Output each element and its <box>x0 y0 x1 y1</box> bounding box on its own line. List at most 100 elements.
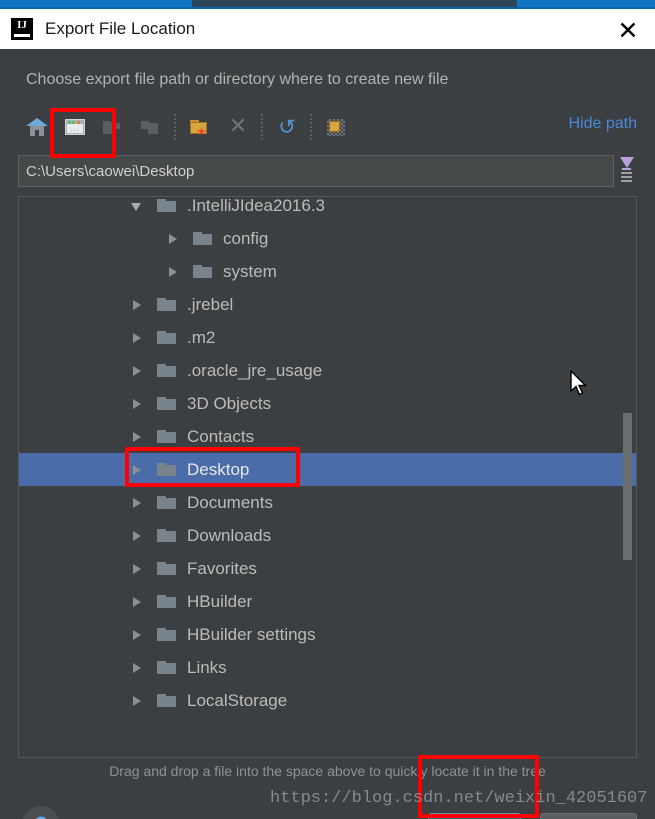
show-hidden-button[interactable] <box>317 109 355 145</box>
chevron-right-icon[interactable] <box>129 693 145 709</box>
chevron-right-icon[interactable] <box>129 561 145 577</box>
folder-icon <box>157 462 177 478</box>
directory-tree-rows: .IntelliJIdea2016.3 config system .jrebel .m… <box>19 196 636 717</box>
desktop-button[interactable]: ··· <box>56 109 94 145</box>
tree-item-label: .m2 <box>187 327 216 347</box>
chevron-right-icon[interactable] <box>165 264 181 280</box>
toolbar-separator-1 <box>174 114 177 140</box>
refresh-icon: ↺ <box>278 115 296 139</box>
dialog-subtitle: Choose export file path or directory whe… <box>26 71 449 88</box>
folder-icon <box>157 627 177 643</box>
folder-icon <box>193 231 213 247</box>
tree-item-label: Links <box>187 657 227 677</box>
chevron-right-icon[interactable] <box>129 462 145 478</box>
tree-item[interactable]: .oracle_jre_usage <box>19 354 636 387</box>
file-chooser-toolbar: ··· ✕ ↺ Hide path <box>18 107 637 147</box>
intellij-idea-logo-icon: IJ <box>11 18 33 40</box>
desktop-icon: ··· <box>64 116 86 138</box>
folder-icon <box>157 495 177 511</box>
tree-item-label: Contacts <box>187 426 255 446</box>
module-folder-button[interactable] <box>132 109 170 145</box>
chevron-right-icon[interactable] <box>129 528 145 544</box>
folder-icon <box>157 297 177 313</box>
tree-item-label: .IntelliJIdea2016.3 <box>187 196 325 215</box>
intellij-idea-logo-text: IJ <box>17 19 27 31</box>
tree-item[interactable]: .m2 <box>19 321 636 354</box>
tree-item[interactable]: Documents <box>19 486 636 519</box>
chevron-right-icon[interactable] <box>129 396 145 412</box>
chevron-right-icon[interactable] <box>129 627 145 643</box>
chevron-right-icon[interactable] <box>129 660 145 676</box>
tree-item-label: LocalStorage <box>187 690 288 710</box>
dialog-body: Choose export file path or directory whe… <box>0 49 655 819</box>
new-folder-button[interactable] <box>181 109 219 145</box>
module-folder-icon <box>140 116 162 138</box>
export-file-location-dialog: IJ Export File Location ✕ Choose export … <box>0 0 655 819</box>
chevron-right-icon[interactable] <box>129 495 145 511</box>
chevron-right-icon[interactable] <box>165 231 181 247</box>
folder-icon <box>157 660 177 676</box>
cancel-button[interactable]: Cancel <box>540 813 637 819</box>
folder-icon <box>157 429 177 445</box>
tree-item-label: system <box>223 261 277 281</box>
tree-item-label: config <box>223 228 269 248</box>
chevron-right-icon[interactable] <box>129 297 145 313</box>
path-row <box>18 155 637 187</box>
tree-item[interactable]: Contacts <box>19 420 636 453</box>
tree-item-label: Documents <box>187 492 273 512</box>
project-folder-button[interactable] <box>94 109 132 145</box>
tree-item[interactable]: 3D Objects <box>19 387 636 420</box>
tree-item[interactable]: system <box>19 255 636 288</box>
path-input[interactable] <box>18 155 614 187</box>
folder-icon <box>157 363 177 379</box>
folder-icon <box>193 264 213 280</box>
folder-icon <box>157 561 177 577</box>
chevron-right-icon[interactable] <box>129 330 145 346</box>
folder-icon <box>157 693 177 709</box>
tree-item[interactable]: config <box>19 222 636 255</box>
tree-item[interactable]: HBuilder settings <box>19 618 636 651</box>
show-hidden-icon <box>325 116 347 138</box>
dialog-title: Export File Location <box>45 19 196 38</box>
delete-button[interactable]: ✕ <box>219 109 257 145</box>
tree-item[interactable]: Desktop <box>19 453 636 486</box>
path-history-dropdown-icon[interactable] <box>617 157 637 185</box>
dialog-titlebar: IJ Export File Location ✕ <box>0 9 655 49</box>
new-folder-icon <box>189 116 211 138</box>
home-button[interactable] <box>18 109 56 145</box>
tree-item[interactable]: .jrebel <box>19 288 636 321</box>
tree-scrollbar-thumb[interactable] <box>623 413 632 560</box>
folder-icon <box>157 330 177 346</box>
chevron-right-icon[interactable] <box>129 363 145 379</box>
close-icon[interactable]: ✕ <box>611 13 645 47</box>
directory-tree[interactable]: .IntelliJIdea2016.3 config system .jrebel .m… <box>18 196 637 758</box>
refresh-button[interactable]: ↺ <box>268 109 306 145</box>
drag-drop-hint: Drag and drop a file into the space abov… <box>109 763 546 779</box>
tree-item[interactable]: HBuilder <box>19 585 636 618</box>
watermark-url: https://blog.csdn.net/weixin_42051607 <box>270 789 648 808</box>
tree-scrollbar-track[interactable] <box>623 197 634 757</box>
toolbar-separator-2 <box>261 114 264 140</box>
tree-item[interactable]: LocalStorage <box>19 684 636 717</box>
intellij-idea-logo-underline <box>14 34 30 37</box>
background-window-strip-dark <box>192 0 517 7</box>
tree-item-label: HBuilder settings <box>187 624 316 644</box>
tree-item[interactable]: .IntelliJIdea2016.3 <box>19 196 636 222</box>
help-button[interactable]: ? <box>22 806 60 819</box>
ok-button[interactable]: OK <box>428 813 521 819</box>
hide-path-link[interactable]: Hide path <box>569 115 638 133</box>
folder-icon <box>157 198 177 214</box>
chevron-right-icon[interactable] <box>129 429 145 445</box>
project-folder-icon <box>102 116 124 138</box>
tree-item-label: .oracle_jre_usage <box>187 360 323 380</box>
tree-item[interactable]: Downloads <box>19 519 636 552</box>
chevron-down-icon[interactable] <box>129 198 145 214</box>
tree-item[interactable]: Favorites <box>19 552 636 585</box>
tree-item-label: .jrebel <box>187 294 234 314</box>
folder-icon <box>157 594 177 610</box>
chevron-right-icon[interactable] <box>129 594 145 610</box>
folder-icon <box>157 528 177 544</box>
delete-icon: ✕ <box>228 114 248 139</box>
home-icon <box>26 116 48 138</box>
tree-item[interactable]: Links <box>19 651 636 684</box>
